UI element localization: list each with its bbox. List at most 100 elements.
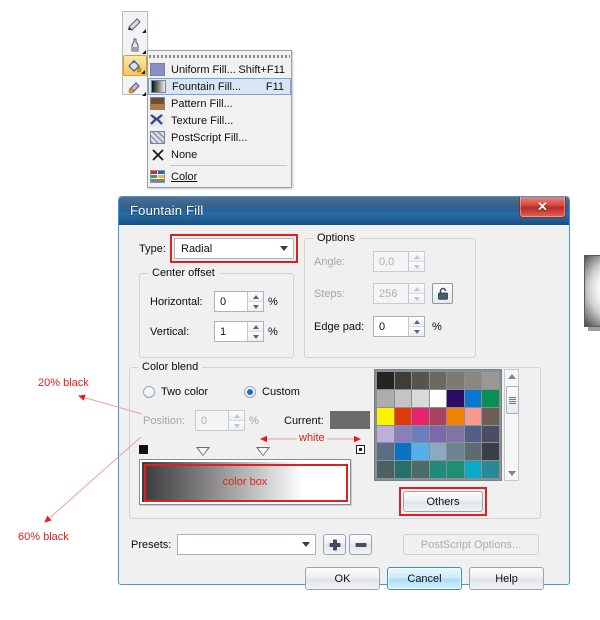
menu-item-fountain-fill[interactable]: Fountain Fill... F11	[148, 78, 291, 95]
palette-swatch[interactable]	[464, 407, 482, 425]
palette-swatch[interactable]	[394, 389, 412, 407]
palette-swatch[interactable]	[464, 372, 482, 389]
angle-increment[interactable]	[409, 252, 424, 261]
palette-swatch[interactable]	[377, 372, 394, 389]
horizontal-spinner[interactable]: 0	[214, 291, 264, 312]
palette-swatch[interactable]	[394, 407, 412, 425]
postscript-options-button[interactable]: PostScript Options...	[403, 534, 539, 555]
menu-item-none[interactable]: None	[148, 146, 291, 163]
palette-swatch[interactable]	[394, 461, 412, 478]
dialog-title-bar[interactable]: Fountain Fill ✕	[119, 197, 569, 225]
menu-item-color[interactable]: Color	[148, 168, 291, 185]
toolbar-interactive-fill-tool[interactable]	[123, 76, 147, 97]
palette-swatch[interactable]	[429, 443, 447, 461]
palette-swatch[interactable]	[429, 407, 447, 425]
palette-swatch[interactable]	[377, 461, 394, 478]
ok-button[interactable]: OK	[305, 567, 380, 590]
palette-swatch[interactable]	[377, 407, 394, 425]
palette-swatch[interactable]	[429, 372, 447, 389]
palette-swatch[interactable]	[482, 407, 499, 425]
add-preset-button[interactable]	[323, 534, 346, 555]
palette-swatch[interactable]	[394, 443, 412, 461]
angle-decrement[interactable]	[409, 261, 424, 271]
palette-swatch[interactable]	[429, 389, 447, 407]
toolbar-outline-color-tool[interactable]	[123, 34, 147, 55]
gradient-node-end[interactable]	[356, 445, 365, 454]
edge-pad-decrement[interactable]	[409, 326, 424, 336]
vertical-increment[interactable]	[248, 322, 263, 331]
palette-swatch[interactable]	[464, 389, 482, 407]
vertical-decrement[interactable]	[248, 331, 263, 341]
custom-radio[interactable]	[244, 386, 256, 398]
palette-swatch[interactable]	[447, 461, 464, 478]
presets-combobox[interactable]	[177, 534, 316, 555]
palette-swatch[interactable]	[412, 389, 429, 407]
gradient-node-mid-2[interactable]	[256, 447, 270, 456]
palette-swatch[interactable]	[482, 461, 499, 478]
palette-swatch[interactable]	[394, 372, 412, 389]
steps-decrement[interactable]	[409, 293, 424, 303]
palette-swatch[interactable]	[412, 407, 429, 425]
palette-swatch[interactable]	[464, 443, 482, 461]
edge-pad-increment[interactable]	[409, 317, 424, 326]
cancel-button[interactable]: Cancel	[387, 567, 462, 590]
toolbar-fill-tool[interactable]	[123, 55, 147, 76]
horizontal-decrement[interactable]	[248, 301, 263, 311]
palette-swatch[interactable]	[394, 425, 412, 443]
vertical-spinner[interactable]: 1	[214, 321, 264, 342]
color-palette-grid[interactable]	[374, 369, 502, 481]
palette-swatch[interactable]	[482, 443, 499, 461]
custom-radio-row[interactable]: Custom	[244, 386, 300, 398]
toolbar-outline-pen-tool[interactable]	[123, 13, 147, 34]
menu-item-postscript-fill[interactable]: PostScript Fill...	[148, 129, 291, 146]
palette-swatch[interactable]	[429, 461, 447, 478]
palette-swatch[interactable]	[412, 461, 429, 478]
position-decrement[interactable]	[229, 420, 244, 430]
palette-scrollbar[interactable]	[504, 369, 519, 481]
palette-scroll-up-icon[interactable]	[505, 370, 518, 383]
menu-item-texture-fill[interactable]: Texture Fill...	[148, 112, 291, 129]
palette-swatch[interactable]	[412, 425, 429, 443]
palette-swatch[interactable]	[412, 443, 429, 461]
edge-pad-spinner[interactable]: 0	[373, 316, 425, 337]
palette-swatch[interactable]	[412, 372, 429, 389]
close-button[interactable]: ✕	[519, 197, 566, 218]
remove-preset-button[interactable]	[349, 534, 372, 555]
position-value: 0	[201, 414, 208, 427]
palette-scroll-down-icon[interactable]	[505, 467, 518, 480]
menu-item-pattern-fill[interactable]: Pattern Fill...	[148, 95, 291, 112]
palette-scroll-thumb[interactable]	[506, 386, 519, 414]
position-increment[interactable]	[229, 411, 244, 420]
palette-swatch[interactable]	[377, 389, 394, 407]
palette-swatch[interactable]	[447, 389, 464, 407]
gradient-color-strip[interactable]: color box	[139, 459, 351, 505]
chevron-down-icon[interactable]	[297, 542, 315, 547]
help-button[interactable]: Help	[469, 567, 544, 590]
position-spinner[interactable]: 0	[195, 410, 245, 431]
palette-swatch[interactable]	[482, 425, 499, 443]
palette-swatch[interactable]	[482, 389, 499, 407]
horizontal-increment[interactable]	[248, 292, 263, 301]
palette-swatch[interactable]	[377, 443, 394, 461]
flyout-drag-grip[interactable]	[149, 52, 290, 60]
gradient-node-mid-1[interactable]	[196, 447, 210, 456]
palette-swatch[interactable]	[447, 425, 464, 443]
current-color-swatch[interactable]	[330, 411, 370, 429]
palette-swatch[interactable]	[464, 461, 482, 478]
menu-separator	[170, 165, 287, 166]
gradient-node-start[interactable]	[139, 445, 148, 454]
angle-spinner[interactable]: 0,0	[373, 251, 425, 272]
steps-lock-button[interactable]	[432, 283, 453, 304]
palette-swatch[interactable]	[464, 425, 482, 443]
palette-swatch[interactable]	[377, 425, 394, 443]
two-color-radio[interactable]	[143, 386, 155, 398]
steps-increment[interactable]	[409, 284, 424, 293]
two-color-radio-row[interactable]: Two color	[143, 386, 208, 398]
palette-swatch[interactable]	[447, 443, 464, 461]
palette-swatch[interactable]	[447, 372, 464, 389]
steps-spinner[interactable]: 256	[373, 283, 425, 304]
menu-item-uniform-fill[interactable]: Uniform Fill... Shift+F11	[148, 61, 291, 78]
palette-swatch[interactable]	[429, 425, 447, 443]
palette-swatch[interactable]	[447, 407, 464, 425]
palette-swatch[interactable]	[482, 372, 499, 389]
